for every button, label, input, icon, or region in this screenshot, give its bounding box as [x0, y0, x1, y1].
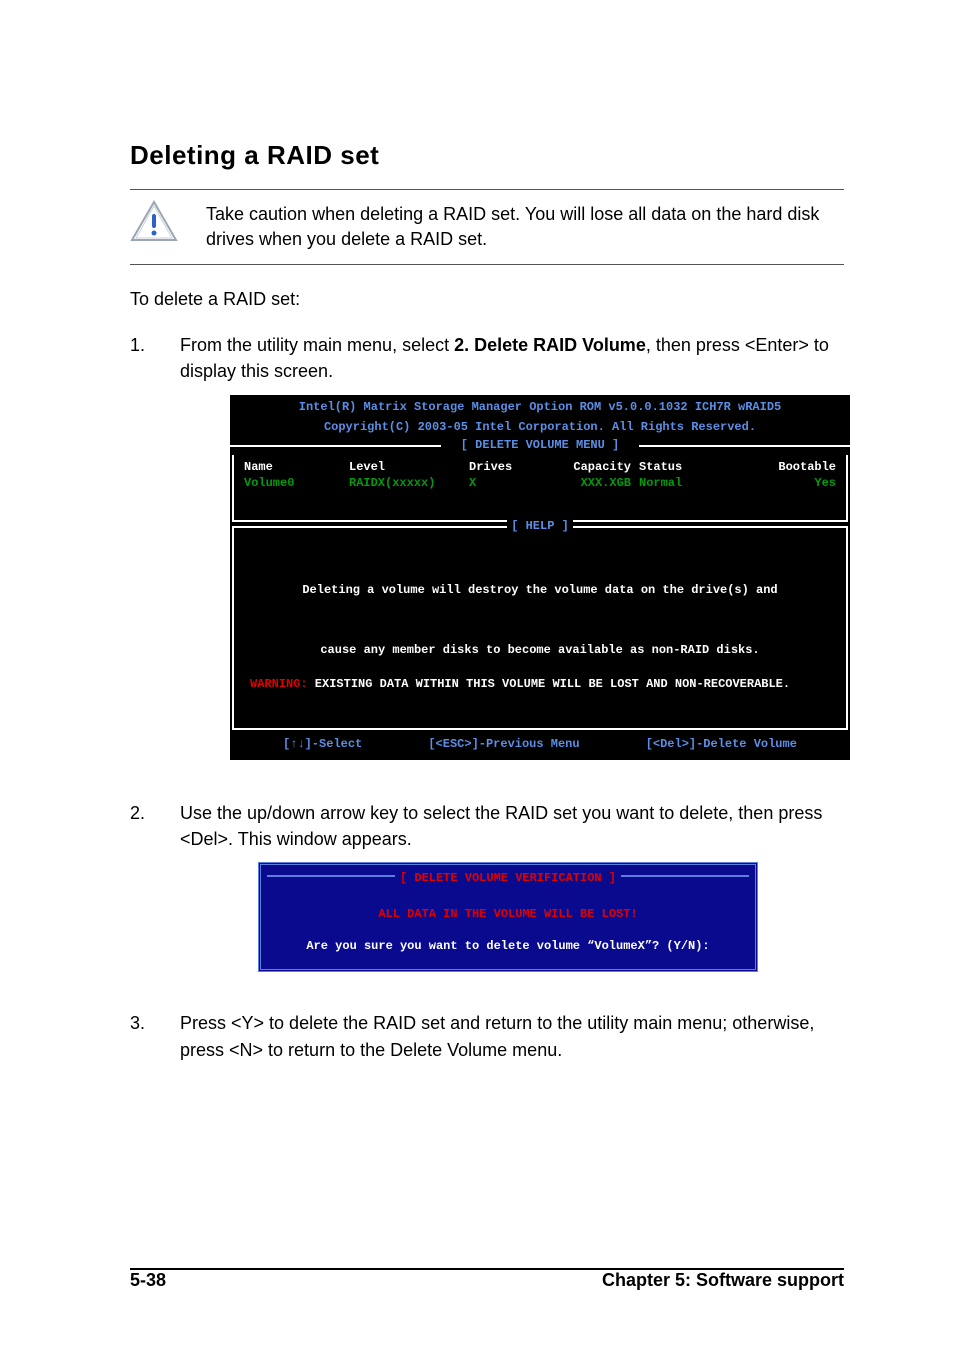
step-number: 2.: [130, 800, 158, 996]
table-header-row: Name Level Drives Capacity Status Bootab…: [244, 459, 836, 475]
page-footer: 5-38 Chapter 5: Software support: [130, 1269, 844, 1291]
bios-screenshot-confirm-dialog: [ DELETE VOLUME VERIFICATION ] ALL DATA …: [258, 862, 758, 972]
step-number: 3.: [130, 1010, 158, 1062]
col-level: Level: [349, 459, 469, 475]
key-prev: [<ESC>]-Previous Menu: [428, 736, 579, 752]
cell-name: Volume0: [244, 475, 349, 491]
help-line-1: Deleting a volume will destroy the volum…: [244, 582, 836, 598]
cell-status: Normal: [639, 475, 719, 491]
dialog-warning: ALL DATA IN THE VOLUME WILL BE LOST!: [271, 905, 745, 923]
cell-capacity: XXX.XGB: [549, 475, 639, 491]
cell-drives: X: [469, 475, 549, 491]
col-capacity: Capacity: [549, 459, 639, 475]
col-status: Status: [639, 459, 719, 475]
intro-text: To delete a RAID set:: [130, 289, 844, 310]
bios-help-box: [ HELP ] Deleting a volume will destroy …: [232, 526, 848, 731]
dialog-title: [ DELETE VOLUME VERIFICATION ]: [271, 869, 745, 887]
caution-text: Take caution when deleting a RAID set. Y…: [206, 200, 844, 252]
step-number: 1.: [130, 332, 158, 786]
bios-volume-table: Name Level Drives Capacity Status Bootab…: [232, 455, 848, 521]
page-heading: Deleting a RAID set: [130, 140, 844, 171]
table-row: Volume0 RAIDX(xxxxx) X XXX.XGB Normal Ye…: [244, 475, 836, 491]
key-select: [↑↓]-Select: [283, 736, 362, 752]
bios-footer-keys: [↑↓]-Select [<ESC>]-Previous Menu [<Del>…: [230, 730, 850, 760]
bios-screenshot-delete-menu: Intel(R) Matrix Storage Manager Option R…: [230, 395, 850, 761]
bios-help-label: [ HELP ]: [234, 518, 846, 534]
col-drives: Drives: [469, 459, 549, 475]
caution-block: Take caution when deleting a RAID set. Y…: [130, 189, 844, 265]
col-bootable: Bootable: [719, 459, 836, 475]
chapter-title: Chapter 5: Software support: [602, 1270, 844, 1291]
step-3: 3. Press <Y> to delete the RAID set and …: [130, 1010, 844, 1062]
help-line-2: cause any member disks to become availab…: [244, 642, 836, 658]
step-1-pre: From the utility main menu, select: [180, 335, 454, 355]
page-number: 5-38: [130, 1270, 166, 1291]
step-3-text: Press <Y> to delete the RAID set and ret…: [180, 1010, 844, 1062]
cell-level: RAIDX(xxxxx): [349, 475, 469, 491]
step-1-bold: 2. Delete RAID Volume: [454, 335, 646, 355]
help-warning: WARNING: EXISTING DATA WITHIN THIS VOLUM…: [244, 676, 836, 692]
caution-icon: [130, 200, 178, 244]
bios-section-label: [ DELETE VOLUME MENU ]: [230, 435, 850, 455]
warning-text: EXISTING DATA WITHIN THIS VOLUME WILL BE…: [308, 677, 790, 691]
step-1: 1. From the utility main menu, select 2.…: [130, 332, 844, 786]
step-2-text: Use the up/down arrow key to select the …: [180, 803, 822, 849]
key-delete: [<Del>]-Delete Volume: [646, 736, 797, 752]
step-2: 2. Use the up/down arrow key to select t…: [130, 800, 844, 996]
bios-title-2: Copyright(C) 2003-05 Intel Corporation. …: [230, 415, 850, 435]
col-name: Name: [244, 459, 349, 475]
bios-title-1: Intel(R) Matrix Storage Manager Option R…: [230, 395, 850, 415]
cell-bootable: Yes: [719, 475, 836, 491]
dialog-prompt: Are you sure you want to delete volume “…: [271, 937, 745, 955]
warning-prefix: WARNING:: [250, 677, 308, 691]
